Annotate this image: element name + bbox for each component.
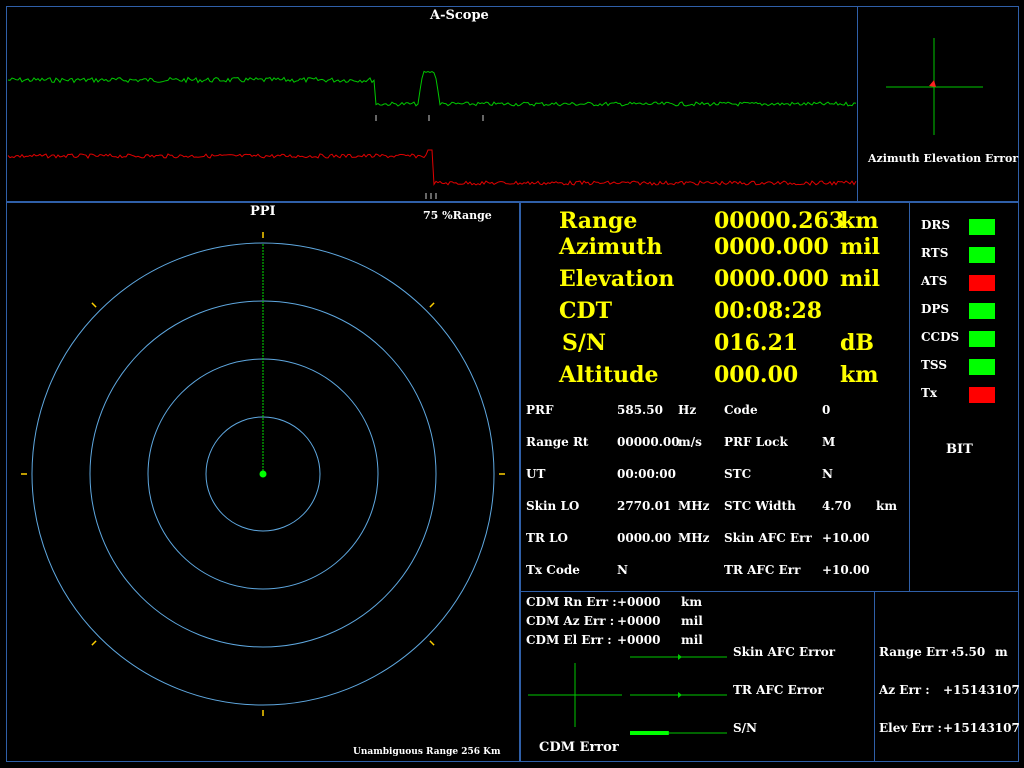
error-readouts: Range Err :-5.50mAz Err :+1514310720Elev… [874,591,1019,762]
param-value: 0000.00 [617,531,672,545]
ascope-title: A-Scope [430,8,489,23]
param-unit: m/s [678,435,702,449]
error-label: Elev Err : [879,721,942,735]
bit-item-label: DRS [921,218,951,232]
param-label: Tx Code [526,563,580,577]
param-label: PRF Lock [724,435,788,449]
param-label: STC Width [724,499,796,513]
cdm-row-unit: km [681,595,703,609]
bit-item-label: DPS [921,302,950,316]
readout-label: Altitude [559,362,659,388]
param-unit: Hz [678,403,697,417]
ppi-panel [6,202,520,762]
readout-value: 0000.000 [714,266,829,292]
ppi-title: PPI [250,204,276,219]
bit-status-lamp [969,247,995,263]
error-unit: m [995,645,1008,659]
ppi-unambiguous-range: Unambiguous Range 256 Km [353,747,501,757]
error-label: Az Err : [879,683,930,697]
readout-label: Azimuth [559,234,663,260]
bit-status-lamp [969,275,995,291]
cdm-row-value: +0000 [617,614,661,628]
bit-item-label: ATS [921,274,948,288]
readout-unit: km [840,208,879,234]
readout-value: 016.21 [714,330,799,356]
param-label: Skin LO [526,499,580,513]
sn-bar-label: S/N [733,721,758,735]
cdm-error-label: CDM Error [539,740,619,755]
readout-value: 00000.263 [714,208,845,234]
param-value: +10.00 [822,563,870,577]
param-label: UT [526,467,546,481]
az-el-error-panel [857,6,1019,202]
readout-unit: km [840,362,879,388]
cdm-row-unit: mil [681,633,703,647]
param-value: 00:00:00 [617,467,676,481]
error-value: +1514310720 [943,683,1019,697]
readout-label: CDT [559,298,612,324]
param-unit: MHz [678,499,710,513]
cdm-row-label: CDM Rn Err : [526,595,617,609]
param-value: 00000.00 [617,435,680,449]
readout-unit: mil [840,234,880,260]
bit-status-lamp [969,303,995,319]
readout-label: S/N [562,330,607,356]
tr-afc-error-label: TR AFC Error [733,683,824,697]
readout-value: 00:08:28 [714,298,823,324]
bit-status-lamp [969,219,995,235]
error-label: Range Err : [879,645,957,659]
param-label: PRF [526,403,554,417]
az-el-error-label: Azimuth Elevation Error [868,152,1019,165]
cdm-row-value: +0000 [617,633,661,647]
param-value: 585.50 [617,403,663,417]
bit-status-lamp [969,331,995,347]
cdm-row-value: +0000 [617,595,661,609]
param-label: Range Rt [526,435,589,449]
param-label: TR AFC Err [724,563,801,577]
param-value: +10.00 [822,531,870,545]
param-label: TR LO [526,531,568,545]
bit-item-label: RTS [921,246,949,260]
cdm-row-unit: mil [681,614,703,628]
bit-item-label: TSS [921,358,947,372]
param-label: Code [724,403,758,417]
param-label: STC [724,467,752,481]
bit-status-lamp [969,387,995,403]
param-unit: km [876,499,898,513]
readout-unit: dB [840,330,874,356]
readout-unit: mil [840,266,880,292]
cdm-row-label: CDM Az Err : [526,614,615,628]
error-value: -5.50 [951,645,986,659]
param-unit: MHz [678,531,710,545]
readout-label: Range [559,208,638,234]
readout-value: 0000.000 [714,234,829,260]
readout-value: 000.00 [714,362,799,388]
cdm-row-label: CDM El Err : [526,633,612,647]
ppi-range-percent: 75 %Range [423,209,492,222]
param-value: 0 [822,403,831,417]
bit-item-label: CCDS [921,330,960,344]
readout-label: Elevation [559,266,675,292]
param-label: Skin AFC Err [724,531,812,545]
bit-status-lamp [969,359,995,375]
param-value: N [617,563,628,577]
param-value: M [822,435,836,449]
error-value: +1514310720 [943,721,1019,735]
param-value: N [822,467,833,481]
ascope-panel [6,6,858,202]
bit-label: BIT [946,442,973,457]
skin-afc-error-label: Skin AFC Error [733,645,836,659]
bit-item-label: Tx [921,386,938,400]
param-value: 4.70 [822,499,852,513]
param-value: 2770.01 [617,499,672,513]
